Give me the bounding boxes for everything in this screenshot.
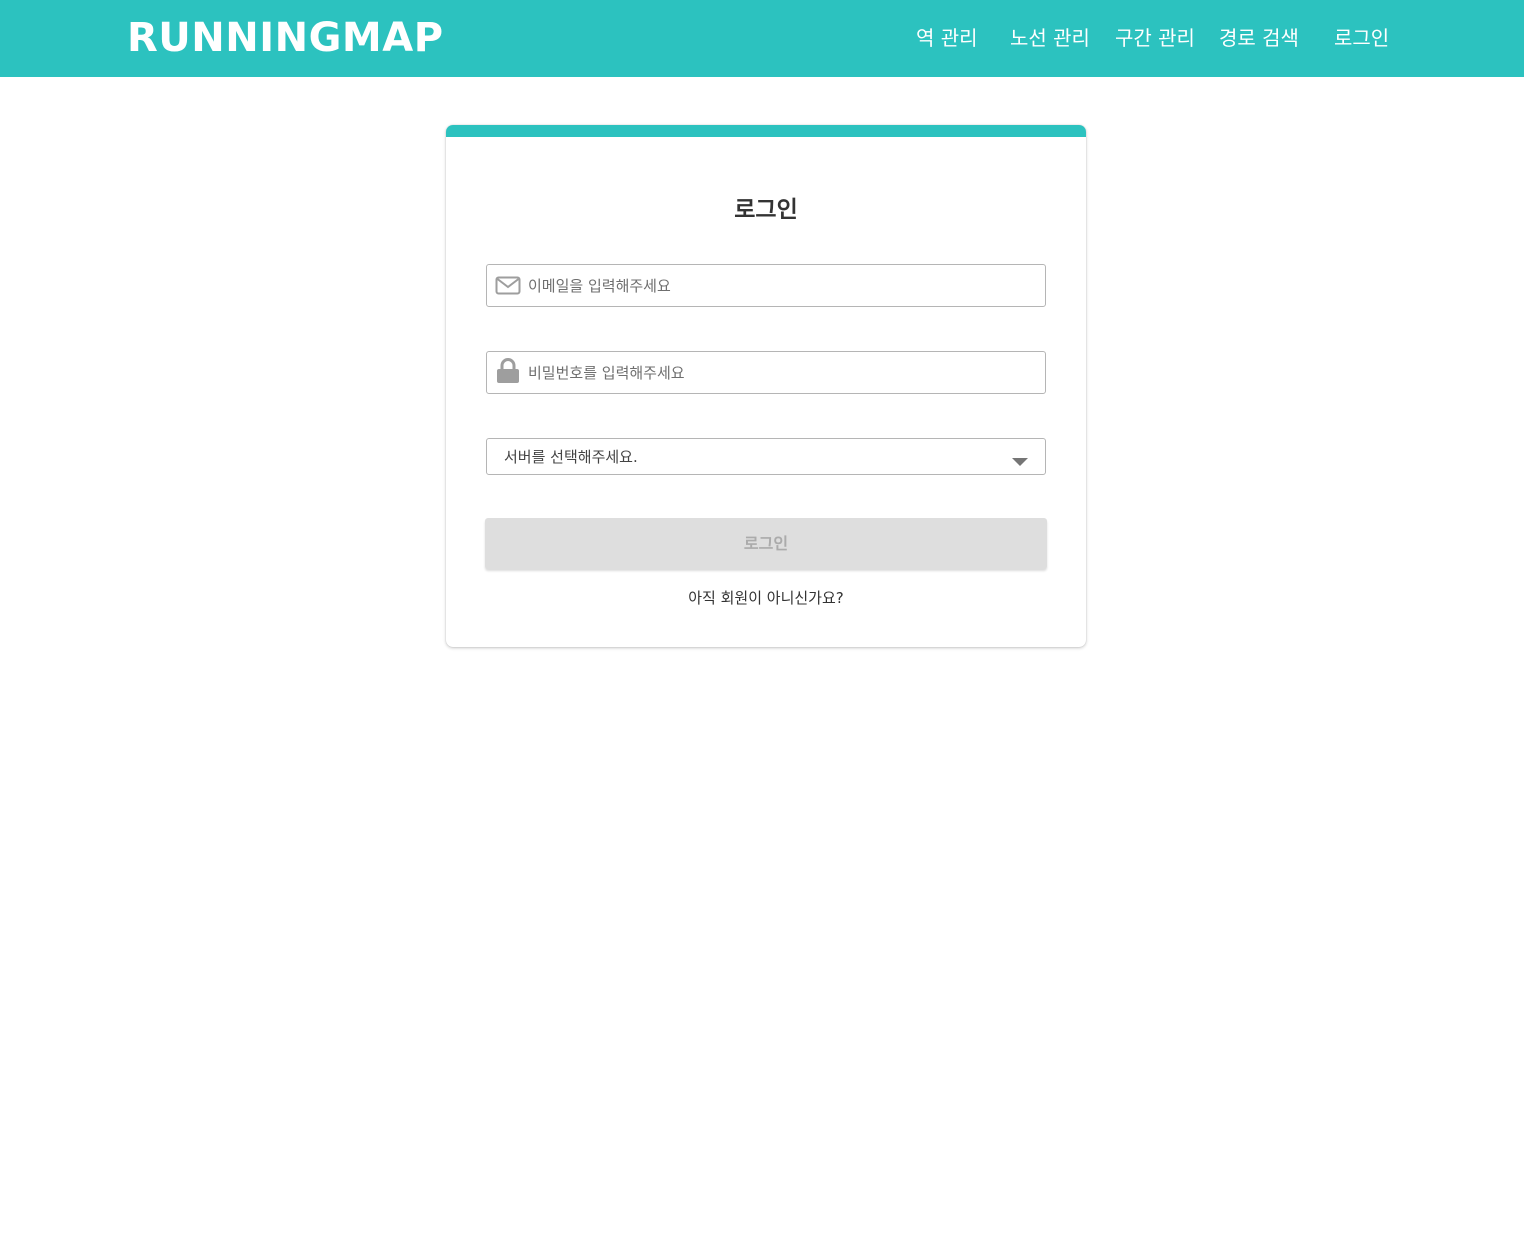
login-title: 로그인 xyxy=(734,197,798,223)
signup-link[interactable]: 아직 회원이 아니신가요? xyxy=(688,589,844,607)
nav-login[interactable]: 로그인 xyxy=(1334,25,1389,51)
app-logo[interactable]: RUNNINGMAP xyxy=(127,14,444,62)
login-card: 로그인 이메일을 입력해주세요 비밀번호를 입력해주세요 서버를 선택해주세요.… xyxy=(446,125,1086,647)
password-field[interactable]: 비밀번호를 입력해주세요 xyxy=(486,351,1046,394)
nav-section-management[interactable]: 구간 관리 xyxy=(1115,25,1195,51)
nav-line-management[interactable]: 노선 관리 xyxy=(1010,25,1090,51)
chevron-down-icon xyxy=(1012,452,1028,466)
server-select-value: 서버를 선택해주세요. xyxy=(504,448,638,466)
email-field[interactable]: 이메일을 입력해주세요 xyxy=(486,264,1046,307)
signup-prompt: 아직 회원이 아니신가요? xyxy=(446,588,1086,608)
envelope-icon xyxy=(495,274,521,298)
login-button-label: 로그인 xyxy=(743,534,789,553)
nav-station-management[interactable]: 역 관리 xyxy=(916,25,978,51)
top-navbar: RUNNINGMAP 역 관리 노선 관리 구간 관리 경로 검색 로그인 xyxy=(0,0,1524,77)
server-select[interactable]: 서버를 선택해주세요. xyxy=(486,438,1046,475)
lock-icon xyxy=(495,358,521,385)
nav-path-search[interactable]: 경로 검색 xyxy=(1219,25,1299,51)
login-button[interactable]: 로그인 xyxy=(485,518,1047,569)
card-accent-bar xyxy=(446,125,1086,137)
email-placeholder: 이메일을 입력해주세요 xyxy=(528,277,671,295)
password-placeholder: 비밀번호를 입력해주세요 xyxy=(528,364,685,382)
